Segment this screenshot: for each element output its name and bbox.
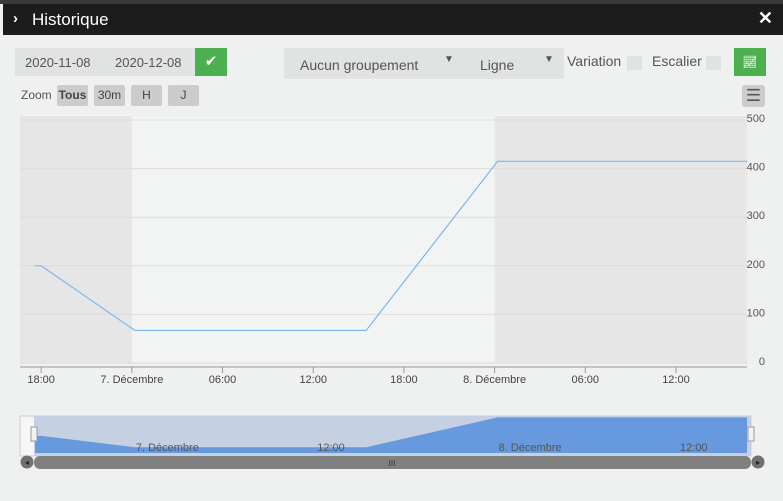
x-tick-label: 06:00 (572, 374, 600, 386)
x-tick-label: 8. Décembre (463, 374, 526, 386)
navigator-label: 7. Décembre (136, 442, 199, 454)
x-tick-label: 18:00 (27, 374, 55, 386)
navigator-handle[interactable] (747, 426, 755, 442)
scroll-left-arrow-icon: ◂ (25, 458, 29, 467)
scrollbar-grip-icon: III (389, 459, 396, 468)
y-tick-label: 0 (759, 356, 765, 368)
x-tick-label: 12:00 (299, 374, 327, 386)
history-dialog: › Historique ✕ 2020-11-08 2020-12-08 ✔ A… (0, 4, 783, 501)
x-tick-label: 18:00 (390, 374, 418, 386)
navigator-label: 12:00 (680, 442, 708, 454)
x-tick-label: 7. Décembre (100, 374, 163, 386)
y-tick-label: 200 (747, 259, 765, 271)
y-tick-label: 100 (747, 307, 765, 319)
navigator-label: 12:00 (317, 442, 345, 454)
night-band (494, 116, 747, 363)
x-tick-label: 06:00 (209, 374, 237, 386)
y-tick-label: 400 (747, 162, 765, 174)
x-tick-label: 12:00 (662, 374, 690, 386)
night-band (20, 116, 132, 363)
history-chart: 0 100 200 300 400 500 18:00 7. Décembre 06:00 12:… (19, 113, 765, 469)
navigator-handle[interactable] (30, 426, 38, 442)
y-tick-label: 500 (747, 113, 765, 125)
y-tick-label: 300 (747, 210, 765, 222)
navigator-label: 8. Décembre (499, 442, 562, 454)
scroll-right-arrow-icon: ▸ (756, 458, 760, 467)
